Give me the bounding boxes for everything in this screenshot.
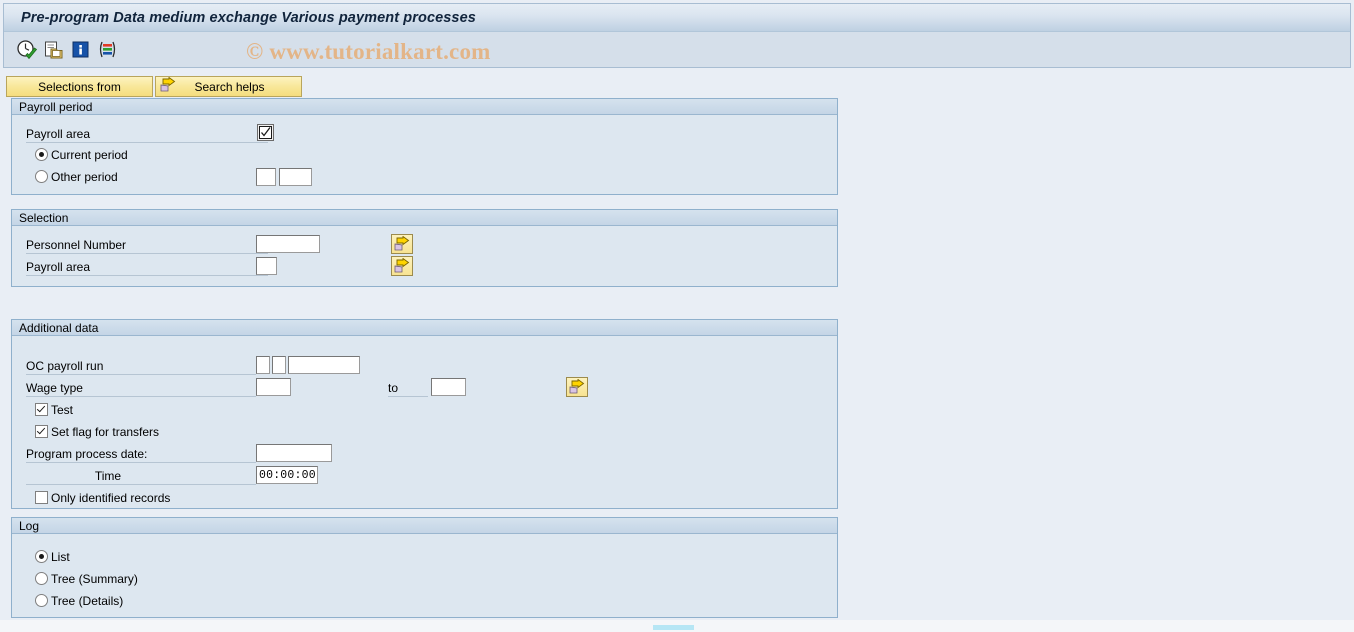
radio-log-tree-details-label: Tree (Details) [51,594,124,608]
radio-log-list-dot [35,550,48,563]
oc-payroll-run-label: OC payroll run [26,358,256,375]
log-group: Log List Tree (Summary) Tree (Details) [11,517,838,618]
wage-type-to-input[interactable] [431,378,466,396]
oc-payroll-run-input-1[interactable] [256,356,270,374]
personnel-number-label: Personnel Number [26,237,268,254]
search-helps-arrow-icon [160,76,176,96]
other-period-input-1[interactable] [256,168,276,186]
personnel-number-input[interactable] [256,235,320,253]
selection-group-title: Selection [12,210,837,226]
wage-type-to-label: to [388,380,428,397]
personnel-number-multiselect-button[interactable] [391,234,413,254]
application-toolbar [3,32,1351,68]
radio-current-period-label: Current period [51,148,128,162]
checkbox-test-box [35,403,48,416]
checkbox-set-flag-for-transfers[interactable]: Set flag for transfers [35,425,159,439]
payroll-area-multiselect-button[interactable] [391,256,413,276]
radio-log-tree-details[interactable]: Tree (Details) [35,594,123,608]
additional-data-group: Additional data OC payroll run Wage type… [11,319,838,509]
radio-log-tree-summary-dot [35,572,48,585]
other-period-input-2[interactable] [279,168,312,186]
log-group-title: Log [12,518,837,534]
oc-payroll-run-input-2[interactable] [272,356,286,374]
checkbox-test-label: Test [51,403,74,417]
payroll-area-label: Payroll area [26,126,268,143]
selection-payroll-area-input[interactable] [256,257,277,275]
radio-other-period-dot [35,170,48,183]
checkbox-only-identified-records[interactable]: Only identified records [35,491,170,505]
radio-log-tree-summary[interactable]: Tree (Summary) [35,572,138,586]
time-input[interactable] [256,466,318,484]
checkbox-only-identified-records-label: Only identified records [51,491,171,505]
horizontal-scrollbar-thumb[interactable] [653,625,694,630]
payroll-period-group: Payroll period Payroll area Current peri… [11,98,838,195]
radio-other-period[interactable]: Other period [35,170,118,184]
payroll-area-matchcode-button[interactable] [257,124,274,141]
time-label: Time [26,468,256,485]
payroll-period-group-body: Payroll area Current period Other period [12,115,837,194]
payroll-period-group-title: Payroll period [12,99,837,115]
info-icon[interactable] [70,39,92,61]
additional-data-group-body: OC payroll run Wage type to Test Set fla… [12,336,837,508]
program-process-date-label: Program process date: [26,446,256,463]
checkbox-only-identified-records-box [35,491,48,504]
oc-payroll-run-input-3[interactable] [288,356,360,374]
checkbox-set-flag-label: Set flag for transfers [51,425,160,439]
log-group-body: List Tree (Summary) Tree (Details) [12,534,837,617]
additional-data-group-title: Additional data [12,320,837,336]
checkbox-test[interactable]: Test [35,403,73,417]
radio-log-list[interactable]: List [35,550,70,564]
radio-log-list-label: List [51,550,70,564]
radio-current-period[interactable]: Current period [35,148,128,162]
checkbox-set-flag-box [35,425,48,438]
selections-from-button[interactable]: Selections from [6,76,153,97]
radio-current-period-dot [35,148,48,161]
search-helps-button[interactable]: Search helps [155,76,302,97]
wage-type-multiselect-button[interactable] [566,377,588,397]
wage-type-from-input[interactable] [256,378,291,396]
radio-log-tree-details-dot [35,594,48,607]
selection-button-row: Selections from Search helps [6,76,302,97]
execute-clock-icon[interactable] [16,39,38,61]
radio-other-period-label: Other period [51,170,118,184]
program-process-date-input[interactable] [256,444,332,462]
radio-log-tree-summary-label: Tree (Summary) [51,572,138,586]
search-helps-label: Search helps [194,79,265,94]
copy-variant-icon[interactable] [43,39,65,61]
page-title: Pre-program Data medium exchange Various… [21,10,476,26]
wage-type-label: Wage type [26,380,256,397]
selection-group: Selection Personnel Number Payroll area [11,209,838,287]
selection-group-body: Personnel Number Payroll area [12,226,837,286]
layout-variant-icon[interactable] [97,39,119,61]
selection-payroll-area-label: Payroll area [26,259,268,276]
window-title-bar: Pre-program Data medium exchange Various… [3,3,1351,32]
